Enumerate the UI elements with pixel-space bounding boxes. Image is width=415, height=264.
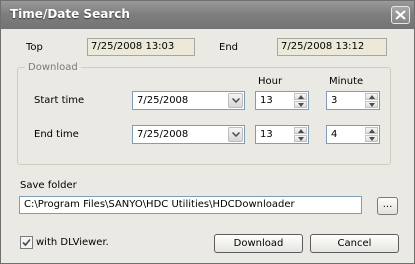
spin-down-icon	[369, 103, 375, 107]
end-hour-spin	[294, 127, 307, 142]
end-hour-stepper[interactable]: 13	[255, 125, 309, 144]
end-minute-up-button[interactable]	[365, 127, 378, 134]
spin-up-icon	[369, 95, 375, 99]
end-minute-down-button[interactable]	[365, 135, 378, 142]
dialog-title: Time/Date Search	[10, 7, 130, 21]
start-hour-down-button[interactable]	[294, 101, 307, 108]
browse-button[interactable]: ...	[377, 197, 398, 215]
title-bar: Time/Date Search	[1, 1, 414, 29]
start-minute-down-button[interactable]	[365, 101, 378, 108]
with-dlviewer-checkbox[interactable]	[20, 236, 33, 249]
top-label: Top	[26, 42, 43, 53]
save-folder-input[interactable]: C:\Program Files\SANYO\HDC Utilities\HDC…	[19, 196, 362, 214]
download-group-legend: Download	[25, 62, 81, 74]
spin-up-icon	[298, 95, 304, 99]
end-minute-stepper[interactable]: 4	[326, 125, 380, 144]
minute-header: Minute	[329, 76, 364, 87]
end-date-dropdown-button[interactable]	[228, 127, 243, 142]
end-minute-spin	[365, 127, 378, 142]
chevron-down-icon	[232, 132, 240, 137]
spin-up-icon	[369, 129, 375, 133]
start-hour-up-button[interactable]	[294, 93, 307, 100]
time-date-search-dialog: Time/Date Search Top 7/25/2008 13:03 End…	[0, 0, 415, 264]
chevron-down-icon	[232, 98, 240, 103]
cancel-button[interactable]: Cancel	[310, 234, 399, 253]
start-minute-stepper[interactable]: 3	[326, 91, 380, 110]
spin-down-icon	[298, 137, 304, 141]
start-hour-stepper[interactable]: 13	[255, 91, 309, 110]
start-hour-value: 13	[260, 95, 273, 106]
end-date-picker[interactable]: 7/25/2008	[132, 125, 245, 144]
end-hour-up-button[interactable]	[294, 127, 307, 134]
save-folder-label: Save folder	[20, 180, 77, 191]
end-time-label: End time	[34, 129, 79, 140]
start-hour-spin	[294, 93, 307, 108]
start-time-label: Start time	[34, 95, 85, 106]
end-date-value: 7/25/2008	[137, 129, 189, 140]
spin-up-icon	[298, 129, 304, 133]
top-value: 7/25/2008 13:03	[87, 38, 195, 56]
start-date-dropdown-button[interactable]	[228, 93, 243, 108]
start-minute-value: 3	[331, 95, 338, 106]
end-hour-down-button[interactable]	[294, 135, 307, 142]
hour-header: Hour	[258, 76, 283, 87]
end-label: End	[219, 42, 239, 53]
close-button[interactable]	[391, 6, 410, 24]
close-icon	[395, 10, 406, 20]
start-minute-spin	[365, 93, 378, 108]
start-date-value: 7/25/2008	[137, 95, 189, 106]
save-folder-path: C:\Program Files\SANYO\HDC Utilities\HDC…	[24, 199, 295, 210]
with-dlviewer-label: with DLViewer.	[36, 237, 109, 248]
start-date-picker[interactable]: 7/25/2008	[132, 91, 245, 110]
end-hour-value: 13	[260, 129, 273, 140]
spin-down-icon	[369, 137, 375, 141]
end-value: 7/25/2008 13:12	[277, 38, 387, 56]
spin-down-icon	[298, 103, 304, 107]
end-minute-value: 4	[331, 129, 338, 140]
download-button[interactable]: Download	[214, 234, 303, 253]
start-minute-up-button[interactable]	[365, 93, 378, 100]
check-icon	[22, 238, 31, 247]
